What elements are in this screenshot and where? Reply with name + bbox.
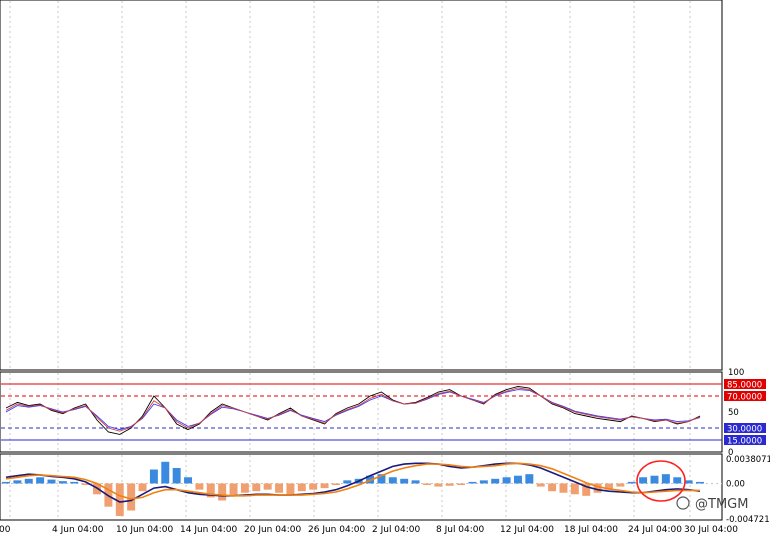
macd-histogram-bar — [240, 483, 249, 493]
osc-level-label: 30.0000 — [727, 425, 762, 435]
macd-histogram-bar — [616, 483, 625, 487]
x-tick-label: 18 Jul 04:00 — [564, 525, 618, 535]
x-tick-label: 8 Jul 04:00 — [436, 525, 485, 535]
macd-histogram-bar — [127, 483, 136, 511]
macd-histogram-bar — [195, 483, 204, 490]
macd-y-tick-label: 0.00 — [726, 479, 745, 489]
macd-histogram-bar — [172, 467, 181, 484]
macd-histogram-bar — [684, 480, 693, 484]
macd-histogram-bar — [252, 483, 261, 492]
macd-histogram-bar — [138, 483, 147, 492]
trading-chart: :00 4 Jun 04:00 10 Jun 04:00 14 Jun 04:00 20… — [0, 0, 770, 535]
x-tick-label: 10 Jun 04:00 — [116, 525, 173, 535]
osc-level-label: 70.0000 — [727, 393, 762, 403]
macd-histogram-bar — [627, 481, 636, 484]
x-tick-label: 20 Jun 04:00 — [244, 525, 301, 535]
macd-histogram-bar — [229, 483, 238, 496]
x-tick-label: 4 Jun 04:00 — [52, 525, 104, 535]
macd-histogram-bar — [320, 483, 329, 489]
macd-histogram-bar — [184, 477, 193, 484]
macd-histogram-bar — [2, 481, 10, 484]
macd-histogram-bar — [479, 480, 488, 484]
macd-histogram-bar — [639, 477, 648, 484]
macd-histogram-bar — [502, 477, 511, 484]
macd-histogram-bar — [650, 475, 659, 484]
macd-histogram-bar — [468, 481, 477, 484]
macd-histogram-bar — [149, 469, 158, 484]
macd-histogram-bar — [309, 483, 318, 490]
macd-histogram-bar — [263, 483, 272, 490]
macd-histogram-bar — [491, 478, 500, 484]
macd-histogram-bar — [457, 483, 466, 486]
macd-histogram-bar — [422, 483, 431, 486]
x-tick-label: 12 Jul 04:00 — [500, 525, 554, 535]
x-tick-label: 30 Jul 04:00 — [684, 525, 738, 535]
macd-histogram-bar — [161, 461, 170, 484]
macd-y-tick-label: -0.0047219 — [726, 515, 770, 525]
macd-histogram-bar — [673, 477, 682, 484]
macd-histogram-bar — [570, 483, 579, 495]
macd-histogram-bar — [411, 480, 420, 484]
macd-histogram-bar — [297, 483, 306, 492]
macd-histogram-bar — [559, 483, 568, 493]
osc-y-tick-label: 100 — [728, 368, 744, 378]
watermark-text: @TMGM — [695, 497, 748, 512]
macd-histogram-bar — [434, 483, 443, 487]
macd-histogram-bar — [696, 481, 704, 484]
macd-histogram-bar — [388, 477, 397, 484]
macd-histogram-bar — [47, 479, 56, 484]
chart-window: :00 4 Jun 04:00 10 Jun 04:00 14 Jun 04:00 20… — [0, 0, 770, 535]
macd-histogram-bar — [445, 483, 454, 486]
macd-histogram-bar — [536, 483, 545, 487]
macd-histogram-bar — [548, 483, 557, 492]
macd-histogram-bar — [70, 481, 79, 484]
x-tick-label: 2 Jul 04:00 — [372, 525, 421, 535]
x-tick-label: 24 Jul 04:00 — [628, 525, 682, 535]
macd-histogram-bar — [343, 480, 352, 484]
macd-histogram-bar — [13, 480, 22, 484]
macd-histogram-bar — [275, 483, 284, 493]
macd-histogram-bar — [36, 477, 45, 484]
macd-histogram-bar — [331, 483, 340, 486]
osc-y-tick-label: 50 — [728, 408, 739, 418]
macd-histogram-bar — [661, 474, 670, 484]
macd-histogram-bar — [513, 475, 522, 484]
x-tick-label: :00 — [0, 525, 11, 535]
macd-histogram-bar — [400, 478, 409, 484]
x-tick-label: 14 Jun 04:00 — [180, 525, 237, 535]
osc-level-label: 85.0000 — [727, 381, 762, 391]
macd-histogram-bar — [286, 483, 295, 495]
macd-histogram-bar — [525, 474, 534, 484]
macd-histogram-bar — [218, 483, 227, 501]
macd-histogram-bar — [58, 481, 67, 484]
x-tick-label: 26 Jun 04:00 — [308, 525, 365, 535]
macd-y-tick-label: 0.0038071 — [726, 455, 770, 465]
osc-level-label: 15.0000 — [727, 437, 762, 447]
macd-histogram-bar — [24, 478, 33, 484]
price-pane — [0, 0, 723, 371]
